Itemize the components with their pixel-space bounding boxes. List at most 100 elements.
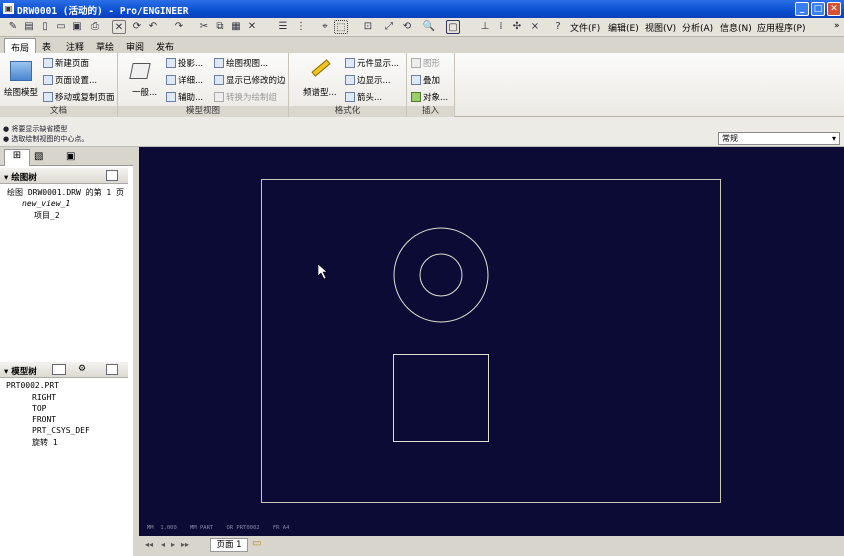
- drawing-tree-root[interactable]: 绘图 DRW0001.DRW 的第 1 页: [7, 187, 124, 198]
- open-icon[interactable]: ▤: [22, 20, 36, 34]
- pencil-icon[interactable]: [311, 59, 331, 77]
- refit-icon[interactable]: ⤢: [382, 20, 396, 34]
- tree-settings-icon[interactable]: [106, 364, 118, 375]
- regenerate-icon[interactable]: ⟳: [130, 20, 144, 34]
- drawing-tree-item[interactable]: 项目_2: [34, 210, 60, 221]
- new-page-tab-icon[interactable]: ▭: [252, 538, 261, 549]
- model-tree-tab-icon[interactable]: ⊞: [4, 149, 30, 166]
- close-button[interactable]: ✕: [827, 2, 841, 16]
- zoom-icon[interactable]: ⊡: [361, 20, 375, 34]
- csys-icon[interactable]: ⨯: [528, 20, 542, 34]
- first-page-icon[interactable]: ◂◂: [145, 540, 153, 549]
- show-modified-label: 显示已修改的边: [226, 76, 286, 86]
- menu-apps[interactable]: 应用程序(P): [757, 21, 805, 34]
- delete-icon[interactable]: ✕: [245, 20, 259, 34]
- find-icon[interactable]: ⌖: [318, 20, 332, 34]
- tab-publish[interactable]: 发布: [150, 38, 180, 53]
- undo-icon[interactable]: ↶: [146, 20, 160, 34]
- graph-icon: [411, 58, 421, 68]
- copy-icon[interactable]: ⧉: [213, 20, 227, 34]
- layer-icon[interactable]: ☰: [276, 20, 290, 34]
- print-icon[interactable]: ⎙: [88, 20, 102, 34]
- tree-settings-icon[interactable]: [106, 170, 118, 181]
- drawing-tree-item[interactable]: new_view_1: [22, 199, 70, 208]
- element-display-button[interactable]: 元件显示...: [345, 57, 399, 69]
- minimize-button[interactable]: _: [795, 2, 809, 16]
- new-page-icon: [43, 58, 53, 68]
- drawing-model-button[interactable]: 绘图模型: [4, 86, 38, 98]
- folder-icon[interactable]: ▭: [54, 20, 68, 34]
- overflow-chevron-icon[interactable]: »: [834, 21, 840, 31]
- model-tree-item[interactable]: 旋转 1: [32, 437, 58, 448]
- paste-icon[interactable]: ▦: [229, 20, 243, 34]
- move-copy-page-button[interactable]: 移动或复制页面: [43, 91, 115, 103]
- help-icon[interactable]: ?: [551, 20, 565, 34]
- drawing-model-icon[interactable]: [10, 61, 32, 81]
- save-icon[interactable]: ▣: [70, 20, 84, 34]
- last-page-icon[interactable]: ▸▸: [181, 540, 189, 549]
- drawing-view-button[interactable]: 绘图视图...: [214, 57, 268, 69]
- display-style-icon[interactable]: ▢: [446, 20, 460, 34]
- graph-button[interactable]: 图形: [411, 57, 440, 69]
- model-tree-header[interactable]: ▾ 模型树 ⚙: [0, 362, 128, 378]
- maximize-button[interactable]: □: [811, 2, 825, 16]
- overlay-button[interactable]: 叠加: [411, 74, 440, 86]
- graphics-canvas[interactable]: MM 1.000 MM PART OR PRT0002 FR A4: [139, 147, 844, 536]
- object-button[interactable]: 对象...: [411, 91, 448, 103]
- tree-columns-icon[interactable]: ⚙: [78, 364, 86, 374]
- tab-annotate[interactable]: 注释: [60, 38, 90, 53]
- model-tree-item[interactable]: RIGHT: [32, 393, 56, 402]
- general-view-icon[interactable]: [129, 63, 151, 79]
- menu-file[interactable]: 文件(F): [570, 21, 600, 34]
- model-tree-root[interactable]: PRT0002.PRT: [6, 381, 59, 390]
- auxiliary-button[interactable]: 辅助...: [166, 91, 203, 103]
- new-file-icon[interactable]: ▯: [38, 20, 52, 34]
- prev-page-icon[interactable]: ◂: [161, 540, 165, 549]
- tree-icon[interactable]: ⋮: [294, 20, 308, 34]
- page-tab-1[interactable]: 页面 1: [210, 538, 248, 552]
- selection-filter[interactable]: 常规 ▾: [718, 132, 840, 145]
- model-tree-item[interactable]: PRT_CSYS_DEF: [32, 426, 90, 435]
- menu-view[interactable]: 视图(V): [645, 21, 676, 34]
- element-display-icon: [345, 58, 355, 68]
- arrow-button[interactable]: 箭头...: [345, 91, 382, 103]
- datum-icon[interactable]: ⊥: [478, 20, 492, 34]
- edge-display-button[interactable]: 边显示...: [345, 74, 391, 86]
- general-view-button[interactable]: 一般...: [132, 86, 157, 98]
- menu-info[interactable]: 信息(N): [720, 21, 752, 34]
- projection-button[interactable]: 投影...: [166, 57, 203, 69]
- tab-layout[interactable]: 布局: [4, 38, 37, 54]
- zoom-fit-icon[interactable]: 🔍: [422, 20, 436, 34]
- new-icon[interactable]: ✎: [6, 20, 20, 34]
- tab-table[interactable]: 表: [36, 38, 57, 53]
- repeat-format-button[interactable]: 频谱型...: [303, 86, 337, 98]
- show-icon[interactable]: [52, 364, 66, 375]
- folder-browser-tab-icon[interactable]: ▧: [34, 151, 43, 162]
- repaint-icon[interactable]: ⟲: [400, 20, 414, 34]
- message-line-2: ● 选取绘制视图的中心点。: [3, 135, 89, 143]
- drawing-tree-title: 绘图树: [11, 173, 37, 183]
- menu-analysis[interactable]: 分析(A): [682, 21, 713, 34]
- point-icon[interactable]: ✣: [510, 20, 524, 34]
- move-copy-label: 移动或复制页面: [55, 93, 115, 103]
- detail-button[interactable]: 详细...: [166, 74, 203, 86]
- show-modified-edges-button[interactable]: 显示已修改的边: [214, 74, 286, 86]
- tab-sketch[interactable]: 草绘: [90, 38, 120, 53]
- cut-icon[interactable]: ✂: [197, 20, 211, 34]
- model-tree-item[interactable]: FRONT: [32, 415, 56, 424]
- drawing-tree-header[interactable]: ▾ 绘图树: [0, 168, 128, 184]
- redo-icon[interactable]: ↷: [172, 20, 186, 34]
- convert-draft-group-button[interactable]: 转换为绘制组: [214, 91, 277, 103]
- model-tree-item[interactable]: TOP: [32, 404, 46, 413]
- axis-icon[interactable]: ⁞: [494, 20, 508, 34]
- drawing-footer-text: MM 1.000 MM PART OR PRT0002 FR A4: [147, 525, 290, 531]
- close-window-icon[interactable]: ✕: [112, 20, 126, 34]
- favorites-tab-icon[interactable]: ▣: [66, 151, 75, 162]
- select-box-icon[interactable]: ⬚: [334, 20, 348, 34]
- next-page-icon[interactable]: ▸: [171, 540, 175, 549]
- new-page-button[interactable]: 新建页面: [43, 57, 89, 69]
- page-setup-button[interactable]: 页面设置...: [43, 74, 97, 86]
- new-page-label: 新建页面: [55, 59, 90, 69]
- menu-edit[interactable]: 编辑(E): [608, 21, 639, 34]
- tab-review[interactable]: 审阅: [120, 38, 150, 53]
